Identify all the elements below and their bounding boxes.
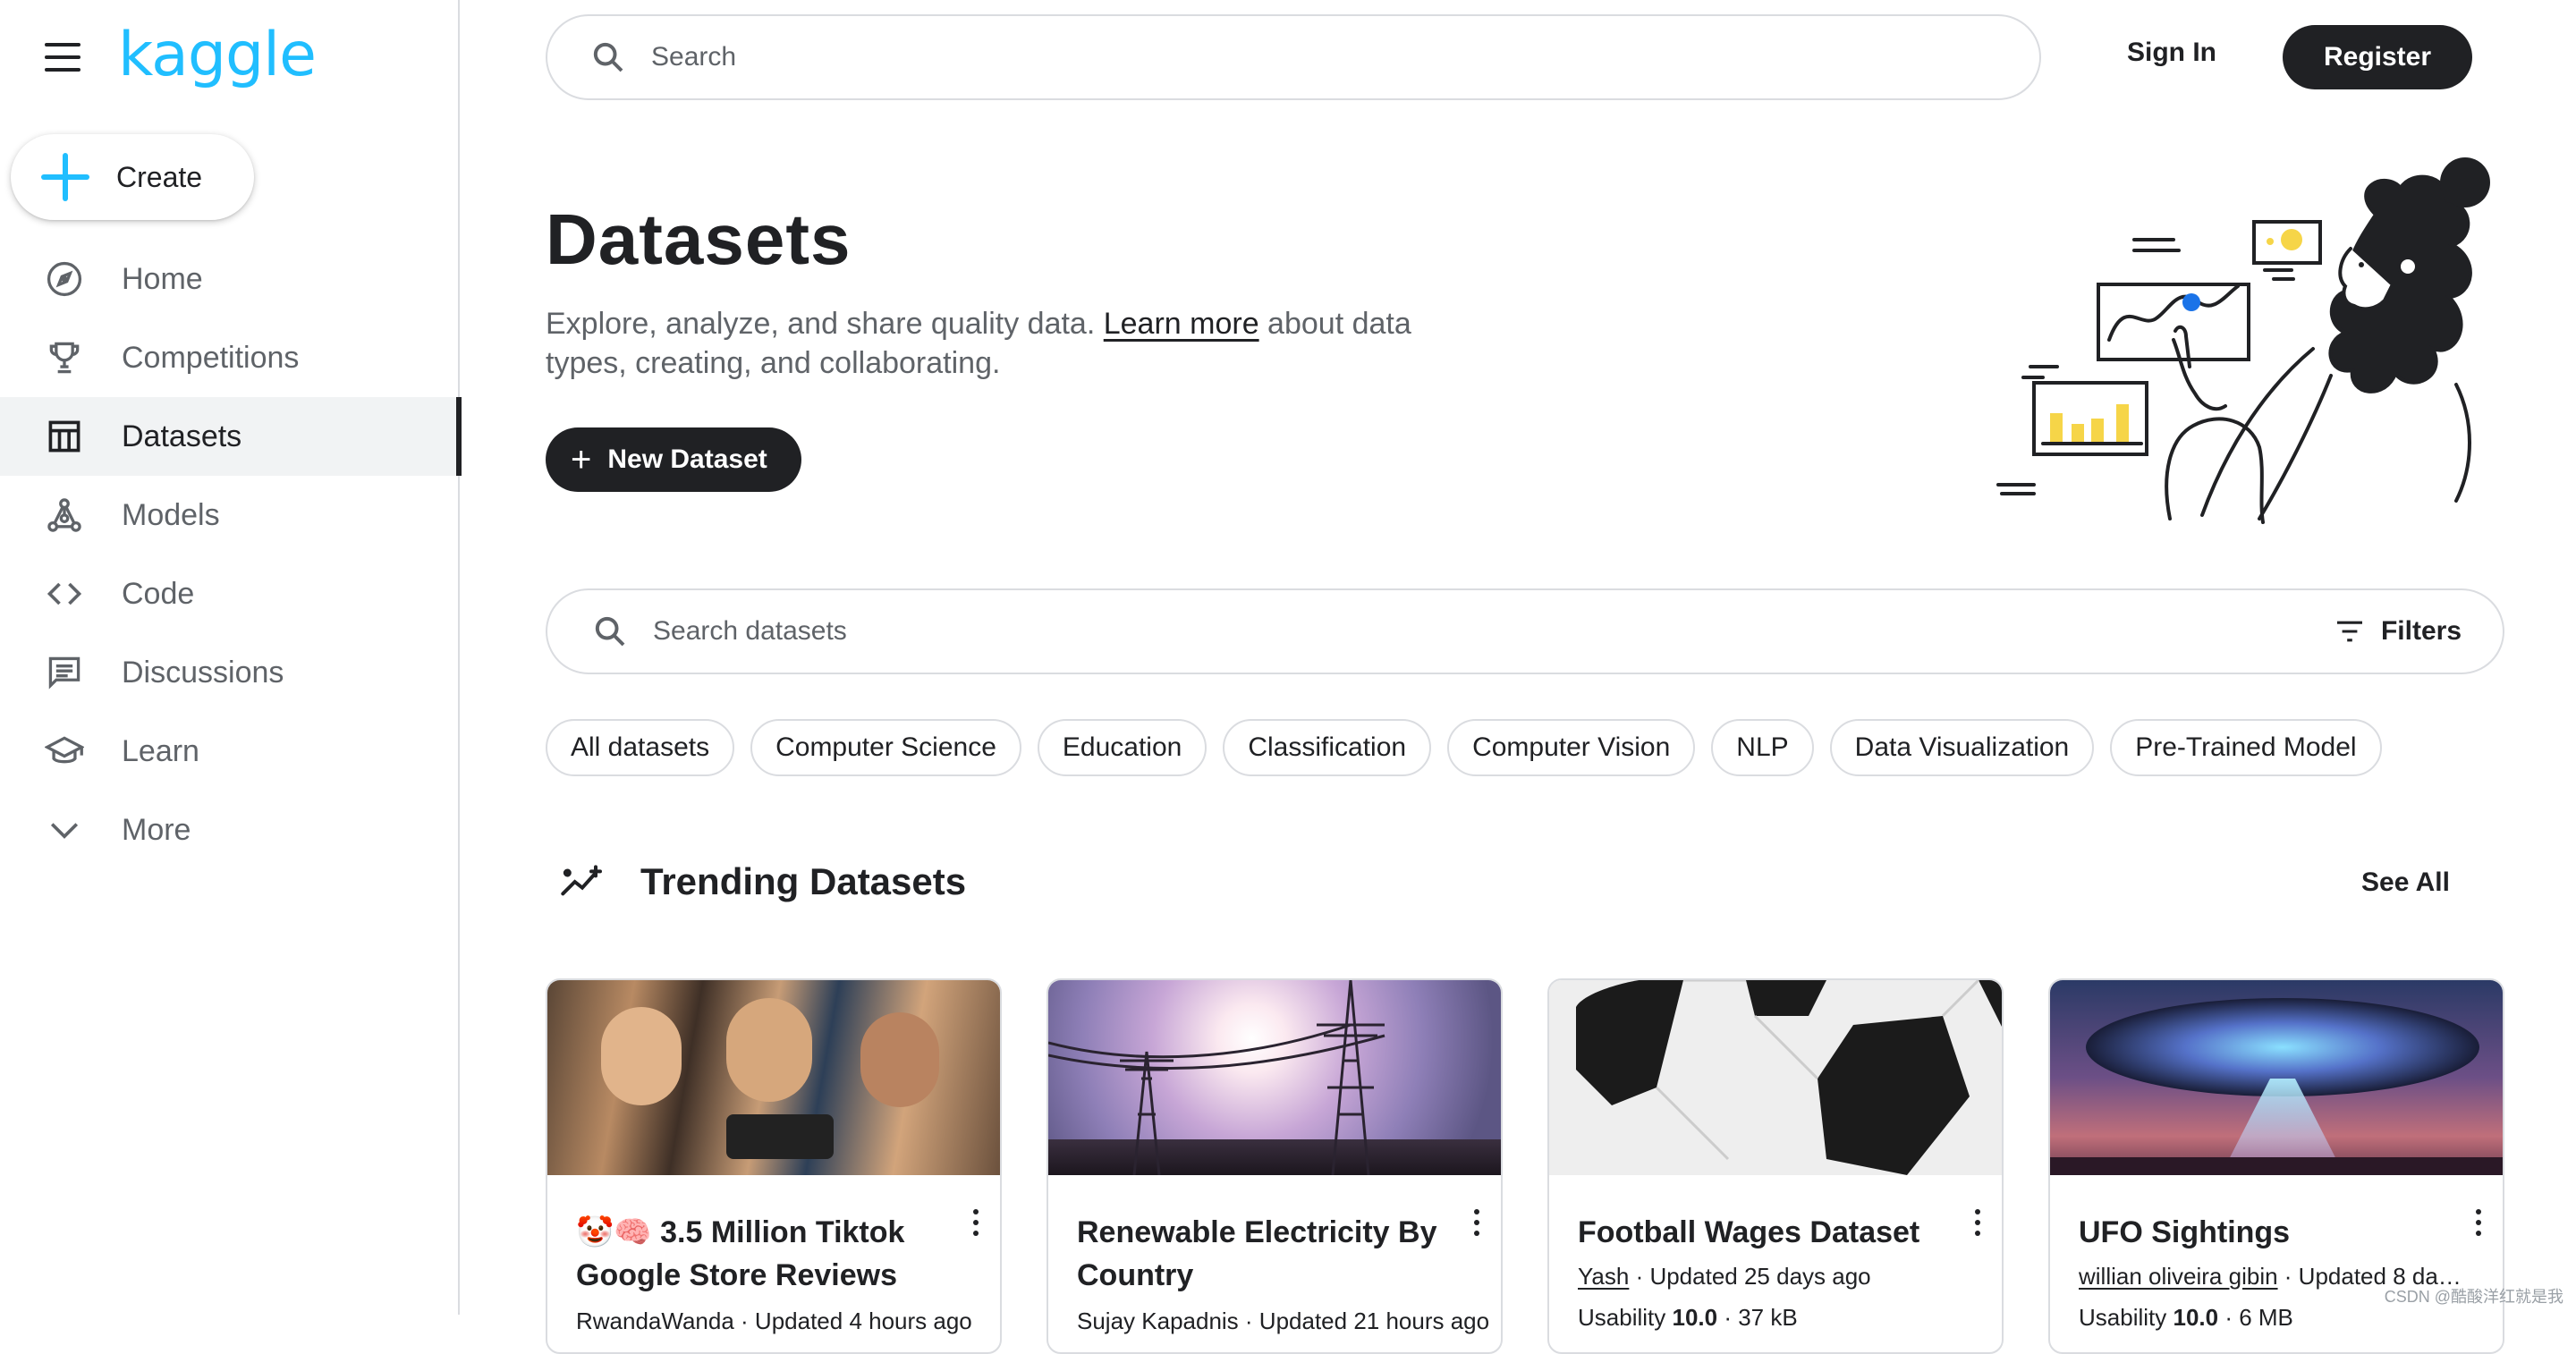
sidebar-item-label: Discussions (122, 656, 284, 690)
create-label: Create (116, 161, 202, 194)
dataset-thumbnail (1549, 980, 2002, 1175)
sidebar-item-models[interactable]: Models (0, 476, 460, 554)
pylon-graphic (1048, 980, 1501, 1175)
sidebar-item-discussions[interactable]: Discussions (0, 633, 460, 712)
register-button[interactable]: Register (2283, 25, 2472, 89)
sidebar-item-label: Code (122, 577, 194, 612)
search-icon (590, 39, 626, 75)
table-icon (43, 415, 86, 458)
dataset-title[interactable]: UFO Sightings (2079, 1211, 2454, 1254)
global-search-input[interactable] (651, 42, 2039, 72)
dataset-meta: Sujay Kapadnis · Updated 21 hours ago (1077, 1307, 1489, 1335)
usability-score: 10.0 (1672, 1304, 1717, 1331)
dataset-usability: Usability 10.0 · 37 kB (1578, 1304, 1798, 1332)
chip-education[interactable]: Education (1038, 719, 1207, 776)
page-title: Datasets (546, 199, 852, 281)
dataset-author[interactable]: Sujay Kapadnis (1077, 1307, 1239, 1334)
sidebar-item-home[interactable]: Home (0, 240, 460, 318)
sidebar-item-learn[interactable]: Learn (0, 712, 460, 791)
models-icon (43, 494, 86, 537)
sidebar-item-label: Competitions (122, 341, 299, 376)
dataset-author[interactable]: Yash (1578, 1263, 1629, 1290)
dataset-usability: Usability 10.0 · 6 MB (2079, 1304, 2293, 1332)
dataset-thumbnail (2050, 980, 2503, 1175)
chip-computer-vision[interactable]: Computer Vision (1447, 719, 1695, 776)
dataset-meta: RwandaWanda · Updated 4 hours ago (576, 1307, 972, 1335)
dataset-search-input[interactable] (653, 616, 2334, 647)
kaggle-logo[interactable]: kaggle (118, 20, 316, 90)
trophy-icon (43, 336, 86, 379)
more-vert-icon[interactable] (1975, 1209, 1982, 1236)
watermark: CSDN @酷酸洋红就是我 (2385, 1284, 2563, 1307)
usability-label: Usability (1578, 1304, 1672, 1331)
dataset-title[interactable]: Football Wages Dataset (1578, 1211, 1953, 1254)
chevron-down-icon (43, 808, 86, 851)
code-icon (43, 572, 86, 615)
new-dataset-button[interactable]: + New Dataset (546, 427, 801, 492)
global-search-bar[interactable] (546, 14, 2041, 100)
learn-more-link[interactable]: Learn more (1104, 307, 1259, 341)
soccer-ball-graphic (1549, 980, 2002, 1175)
dataset-size: · 37 kB (1717, 1304, 1798, 1331)
usability-score: 10.0 (2173, 1304, 2218, 1331)
dataset-search-bar[interactable]: Filters (546, 588, 2504, 674)
create-button[interactable]: Create (11, 134, 254, 220)
trending-icon (560, 864, 605, 900)
filter-icon (2334, 619, 2365, 644)
sidebar-item-competitions[interactable]: Competitions (0, 318, 460, 397)
menu-icon[interactable] (45, 43, 80, 72)
filters-button[interactable]: Filters (2334, 616, 2462, 647)
sign-in-button[interactable]: Sign In (2127, 38, 2216, 68)
dataset-updated: · Updated 21 hours ago (1239, 1307, 1489, 1334)
dataset-author[interactable]: willian oliveira gibin (2079, 1263, 2278, 1290)
sidebar-item-code[interactable]: Code (0, 554, 460, 633)
chip-data-visualization[interactable]: Data Visualization (1830, 719, 2095, 776)
more-vert-icon[interactable] (973, 1209, 980, 1236)
dataset-updated: · Updated 25 days ago (1629, 1263, 1870, 1290)
sidebar-item-label: Home (122, 262, 203, 297)
sidebar-item-datasets[interactable]: Datasets (0, 397, 460, 476)
chip-computer-science[interactable]: Computer Science (750, 719, 1021, 776)
dataset-title[interactable]: Renewable Electricity By Country (1077, 1211, 1453, 1297)
sidebar: kaggle Create Home Competitions Datasets (0, 0, 460, 1315)
trending-cards: 🤡🧠 3.5 Million Tiktok Google Store Revie… (546, 978, 2504, 1354)
dataset-author[interactable]: RwandaWanda (576, 1307, 734, 1334)
sidebar-item-label: Models (122, 498, 220, 533)
usability-label: Usability (2079, 1304, 2173, 1331)
dataset-thumbnail (1048, 980, 1501, 1175)
dataset-updated: · Updated 4 hours ago (734, 1307, 972, 1334)
see-all-link[interactable]: See All (2361, 867, 2450, 898)
plus-icon (41, 153, 89, 201)
plus-icon: + (571, 442, 591, 478)
dataset-meta: Yash · Updated 25 days ago (1578, 1263, 1971, 1291)
dataset-size: · 6 MB (2218, 1304, 2293, 1331)
chip-all-datasets[interactable]: All datasets (546, 719, 734, 776)
sidebar-nav: Home Competitions Datasets Models Code (0, 240, 460, 869)
category-chips: All datasets Computer Science Education … (546, 719, 2382, 776)
filters-label: Filters (2381, 616, 2462, 647)
description-text: Explore, analyze, and share quality data… (546, 307, 1104, 341)
school-icon (43, 730, 86, 773)
discussion-icon (43, 651, 86, 694)
sidebar-item-label: Learn (122, 734, 199, 769)
datasets-hero-illustration (1991, 152, 2510, 542)
dataset-thumbnail (547, 980, 1000, 1175)
dataset-card[interactable]: Renewable Electricity By Country Sujay K… (1046, 978, 1503, 1354)
chip-pre-trained-model[interactable]: Pre-Trained Model (2110, 719, 2381, 776)
chip-nlp[interactable]: NLP (1711, 719, 1813, 776)
sidebar-item-more[interactable]: More (0, 791, 460, 869)
dataset-card[interactable]: 🤡🧠 3.5 Million Tiktok Google Store Revie… (546, 978, 1002, 1354)
sidebar-item-label: Datasets (122, 419, 242, 454)
more-vert-icon[interactable] (1474, 1209, 1481, 1236)
new-dataset-label: New Dataset (607, 444, 767, 475)
page-description: Explore, analyze, and share quality data… (546, 304, 1440, 383)
chip-classification[interactable]: Classification (1223, 719, 1431, 776)
more-vert-icon[interactable] (2476, 1209, 2483, 1236)
compass-icon (43, 258, 86, 300)
trending-datasets-title: Trending Datasets (640, 860, 966, 903)
dataset-card[interactable]: Football Wages Dataset Yash · Updated 25… (1547, 978, 2004, 1354)
dataset-title[interactable]: 🤡🧠 3.5 Million Tiktok Google Store Revie… (576, 1211, 952, 1297)
search-icon (592, 614, 628, 649)
sidebar-item-label: More (122, 813, 191, 848)
